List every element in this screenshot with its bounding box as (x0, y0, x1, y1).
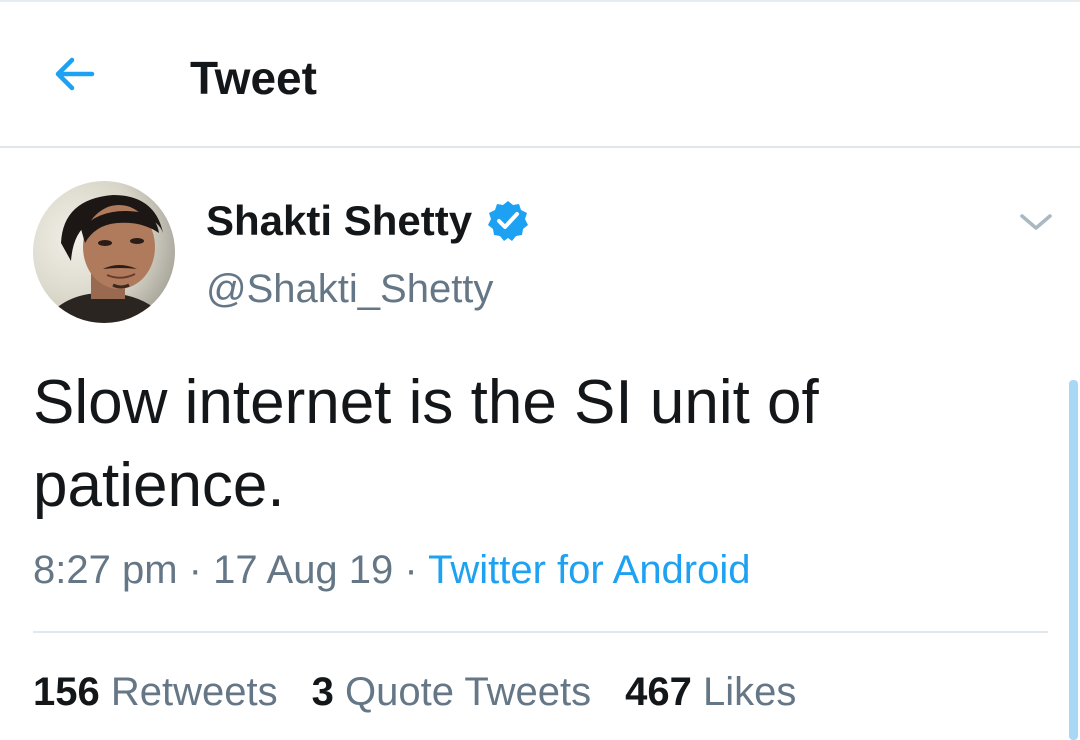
verified-badge-icon (486, 199, 530, 243)
quote-tweets-label: Quote Tweets (345, 670, 592, 714)
tweet-date: 17 Aug 19 (213, 548, 394, 592)
tweet-time: 8:27 pm (33, 548, 178, 592)
meta-separator: · (404, 548, 418, 592)
page-title: Tweet (190, 52, 317, 104)
tweet-source-link[interactable]: Twitter for Android (428, 548, 750, 592)
tweet-detail-screen: Tweet Shakti Shetty @Shakti_Shetty Slow … (0, 0, 1080, 740)
avatar[interactable] (33, 181, 175, 323)
tweet-meta: 8:27 pm · 17 Aug 19 · Twitter for Androi… (33, 544, 751, 596)
author-name-row[interactable]: Shakti Shetty (206, 193, 530, 249)
likes-count: 467 (625, 670, 692, 714)
divider (33, 631, 1048, 633)
quote-tweets-stat[interactable]: 3 Quote Tweets (312, 666, 591, 718)
quote-tweets-count: 3 (311, 670, 334, 714)
tweet-stats: 156 Retweets 3 Quote Tweets 467 Likes (33, 666, 830, 718)
likes-stat[interactable]: 467 Likes (625, 666, 796, 718)
scrollbar[interactable] (1069, 380, 1078, 740)
app-header: Tweet (0, 2, 1080, 148)
retweets-stat[interactable]: 156 Retweets (33, 666, 278, 718)
tweet-text: Slow internet is the SI unit of patience… (33, 368, 819, 520)
arrow-left-icon (50, 50, 98, 98)
tweet-options-button[interactable] (1012, 200, 1060, 244)
author-handle[interactable]: @Shakti_Shetty (206, 263, 493, 315)
retweets-count: 156 (33, 670, 100, 714)
retweets-label: Retweets (110, 670, 278, 714)
meta-separator: · (188, 548, 202, 592)
back-button[interactable] (44, 44, 104, 104)
likes-label: Likes (702, 670, 797, 714)
author-display-name: Shakti Shetty (206, 197, 473, 244)
chevron-down-icon (1018, 210, 1054, 234)
